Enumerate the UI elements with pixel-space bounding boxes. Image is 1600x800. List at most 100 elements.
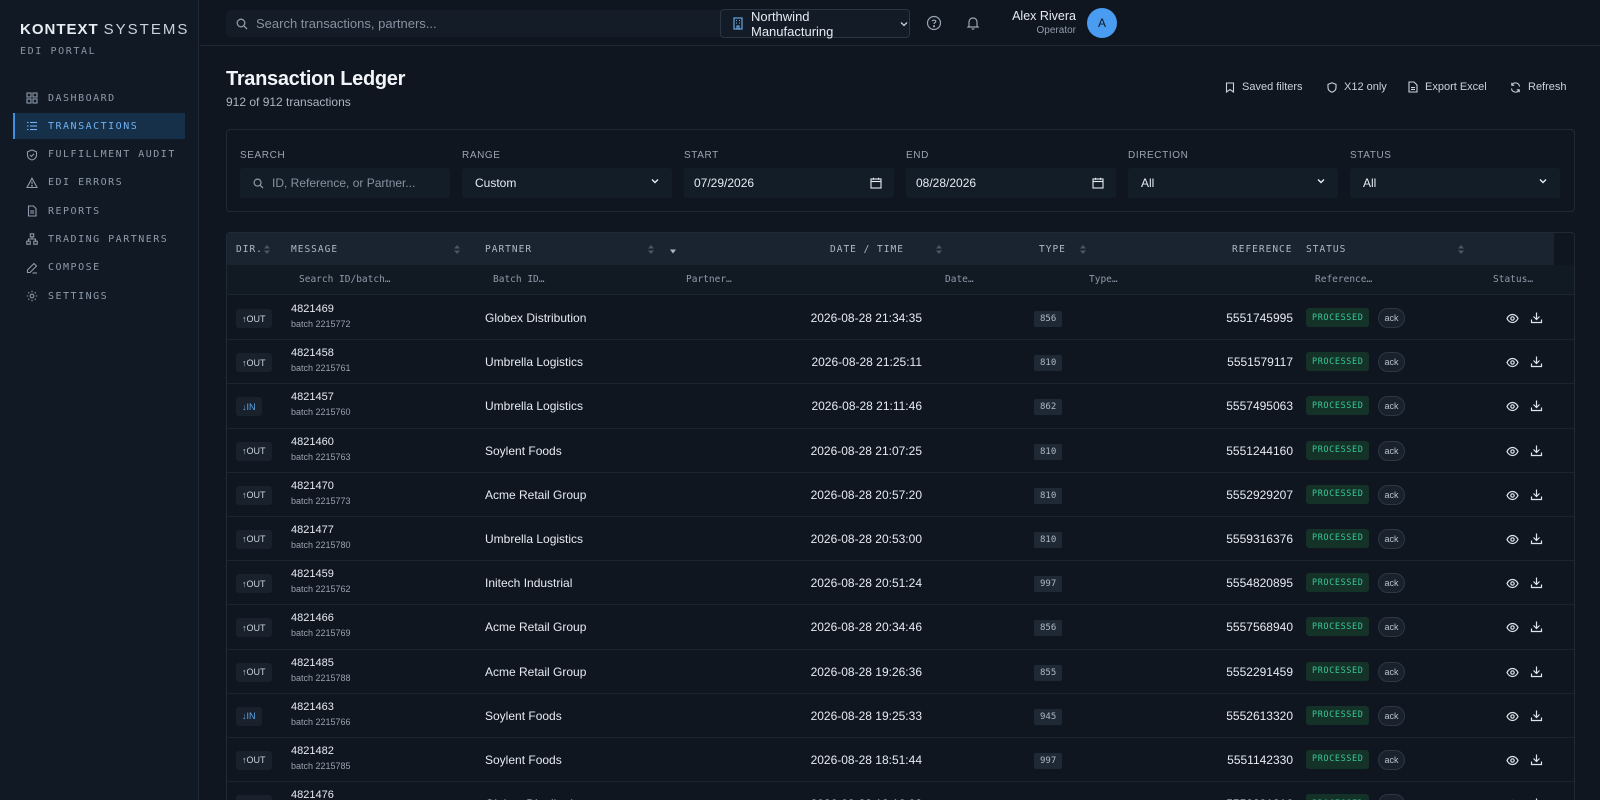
message-id[interactable]: 4821458 [291,347,334,359]
ack-badge[interactable]: ack [1378,794,1405,800]
column-header-message[interactable]: MESSAGE [291,233,338,265]
download-icon[interactable] [1530,311,1543,324]
search-filter-input[interactable]: ID, Reference, or Partner... [240,168,450,198]
partner-column-filter[interactable]: Partner… [686,274,732,285]
sidebar-item-trading-partners[interactable]: TRADING PARTNERS [13,226,185,252]
download-icon[interactable] [1530,709,1543,722]
direction-select[interactable]: All [1128,168,1338,198]
column-header-reference[interactable]: REFERENCE [1232,233,1292,265]
message-id[interactable]: 4821469 [291,303,334,315]
eye-icon[interactable] [1506,666,1519,679]
sidebar-item-dashboard[interactable]: DASHBOARD [13,85,185,111]
download-icon[interactable] [1530,665,1543,678]
message-id[interactable]: 4821463 [291,701,334,713]
sort-desc-icon[interactable] [669,247,677,258]
table-row[interactable]: ↑OUT 4821458 batch 2215761 Umbrella Logi… [227,340,1574,385]
table-row[interactable]: ↑OUT 4821470 batch 2215773 Acme Retail G… [227,473,1574,517]
bell-icon[interactable] [965,15,981,31]
ack-badge[interactable]: ack [1378,352,1405,373]
eye-icon[interactable] [1506,356,1519,369]
status-select[interactable]: All [1350,168,1560,198]
table-row[interactable]: ↑OUT 4821459 batch 2215762 Initech Indus… [227,561,1574,606]
calendar-icon[interactable] [870,177,882,189]
sort-icon[interactable] [453,244,461,255]
download-icon[interactable] [1530,532,1543,545]
sort-icon[interactable] [1457,244,1465,255]
eye-icon[interactable] [1506,312,1519,325]
eye-icon[interactable] [1506,400,1519,413]
saved-filters-button[interactable]: Saved filters [1225,81,1303,93]
column-header-dir[interactable]: DIR. [236,233,263,265]
message-id[interactable]: 4821477 [291,524,334,536]
table-row[interactable]: ↑OUT 4821460 batch 2215763 Soylent Foods… [227,429,1574,473]
column-header-partner[interactable]: PARTNER [485,233,532,265]
table-row[interactable]: ↑OUT 4821469 batch 2215772 Globex Distri… [227,296,1574,341]
batch-column-filter[interactable]: Batch ID… [493,274,544,285]
sidebar-item-settings[interactable]: SETTINGS [13,283,185,309]
download-icon[interactable] [1530,488,1543,501]
download-icon[interactable] [1530,444,1543,457]
message-column-filter[interactable]: Search ID/batch… [299,274,391,285]
ack-badge[interactable]: ack [1378,396,1405,417]
ack-badge[interactable]: ack [1378,705,1405,726]
message-id[interactable]: 4821470 [291,480,334,492]
range-select[interactable]: Custom [462,168,672,198]
eye-icon[interactable] [1506,754,1519,767]
avatar[interactable]: A [1087,8,1117,38]
export-excel-button[interactable]: Export Excel [1408,81,1487,93]
ack-badge[interactable]: ack [1378,440,1405,461]
ack-badge[interactable]: ack [1378,661,1405,682]
help-icon[interactable] [926,15,942,31]
column-header-datetime[interactable]: DATE / TIME [830,233,904,265]
refresh-button[interactable]: Refresh [1510,81,1567,93]
status-column-filter[interactable]: Status… [1493,274,1533,285]
table-row[interactable]: ↓IN 4821457 batch 2215760 Umbrella Logis… [227,384,1574,429]
ack-badge[interactable]: ack [1378,484,1405,505]
table-row[interactable]: ↑OUT 4821485 batch 2215788 Acme Retail G… [227,650,1574,694]
ack-badge[interactable]: ack [1378,308,1405,328]
start-date-input[interactable]: 07/29/2026 [684,168,894,198]
sort-icon[interactable] [263,244,271,255]
sidebar-item-fulfillment-audit[interactable]: FULFILLMENT AUDIT [13,142,185,168]
table-row[interactable]: ↑OUT 4821466 batch 2215769 Acme Retail G… [227,605,1574,650]
eye-icon[interactable] [1506,445,1519,458]
sort-icon[interactable] [647,244,655,255]
download-icon[interactable] [1530,399,1543,412]
ack-badge[interactable]: ack [1378,749,1405,770]
sort-icon[interactable] [1079,244,1087,255]
eye-icon[interactable] [1506,533,1519,546]
eye-icon[interactable] [1506,577,1519,590]
date-column-filter[interactable]: Date… [945,274,974,285]
sidebar-item-compose[interactable]: COMPOSE [13,255,185,281]
column-header-status[interactable]: STATUS [1306,233,1346,265]
table-row[interactable]: ↑OUT 4821476 Globex Distribution 2026-08… [227,782,1574,800]
message-id[interactable]: 4821460 [291,436,334,448]
message-id[interactable]: 4821459 [291,568,334,580]
download-icon[interactable] [1530,753,1543,766]
eye-icon[interactable] [1506,710,1519,723]
sidebar-item-edi-errors[interactable]: EDI ERRORS [13,170,185,196]
download-icon[interactable] [1530,576,1543,589]
ack-badge[interactable]: ack [1378,528,1405,549]
ack-badge[interactable]: ack [1378,573,1405,594]
table-row[interactable]: ↑OUT 4821477 batch 2215780 Umbrella Logi… [227,517,1574,562]
eye-icon[interactable] [1506,621,1519,634]
sidebar-item-transactions[interactable]: TRANSACTIONS [13,113,185,140]
calendar-icon[interactable] [1092,177,1104,189]
message-id[interactable]: 4821457 [291,391,334,403]
reference-column-filter[interactable]: Reference… [1315,274,1372,285]
message-id[interactable]: 4821485 [291,657,334,669]
table-row[interactable]: ↑OUT 4821482 batch 2215785 Soylent Foods… [227,738,1574,783]
end-date-input[interactable]: 08/28/2026 [906,168,1116,198]
download-icon[interactable] [1530,355,1543,368]
download-icon[interactable] [1530,620,1543,633]
eye-icon[interactable] [1506,489,1519,502]
ack-badge[interactable]: ack [1378,617,1405,638]
table-row[interactable]: ↓IN 4821463 batch 2215766 Soylent Foods … [227,694,1574,738]
message-id[interactable]: 4821466 [291,612,334,624]
message-id[interactable]: 4821482 [291,745,334,757]
column-header-type[interactable]: TYPE [1039,233,1066,265]
sort-icon[interactable] [935,244,943,255]
type-column-filter[interactable]: Type… [1089,274,1118,285]
x12-only-toggle[interactable]: X12 only [1327,81,1387,93]
